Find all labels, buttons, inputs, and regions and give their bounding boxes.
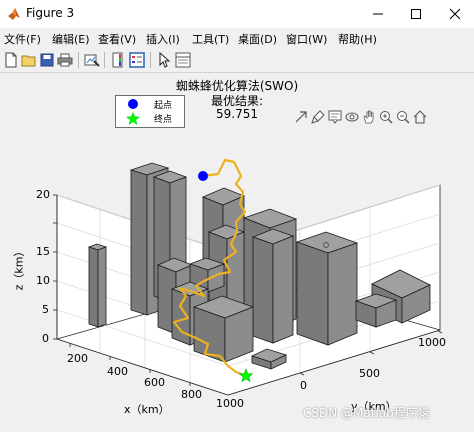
x-tick-label: 400 (107, 365, 128, 378)
plot-scene[interactable] (0, 0, 474, 432)
building (192, 295, 255, 363)
x-tick-label: 600 (144, 376, 165, 389)
z-tick-label: 0 (42, 332, 49, 345)
z-tick-label: 10 (36, 274, 50, 287)
x-tick-label: 200 (67, 352, 88, 365)
building (87, 243, 108, 328)
z-tick-label: 20 (36, 188, 50, 201)
z-tick-label: 5 (42, 303, 49, 316)
building (251, 228, 295, 344)
z-axis-label: z（km） (12, 245, 26, 291)
building (354, 293, 398, 328)
watermark: CSDN @Matlab程序猿 (303, 406, 430, 420)
building (295, 231, 359, 346)
z-tick-label: 15 (36, 245, 50, 258)
y-tick-label: 500 (359, 367, 380, 380)
start-point-marker (198, 171, 208, 181)
x-tick-label: 1000 (216, 397, 244, 410)
y-tick-label: 0 (300, 379, 307, 392)
x-axis-label: x（km） (124, 403, 170, 416)
y-tick-label: 1000 (418, 336, 446, 349)
x-tick-label: 800 (181, 388, 202, 401)
